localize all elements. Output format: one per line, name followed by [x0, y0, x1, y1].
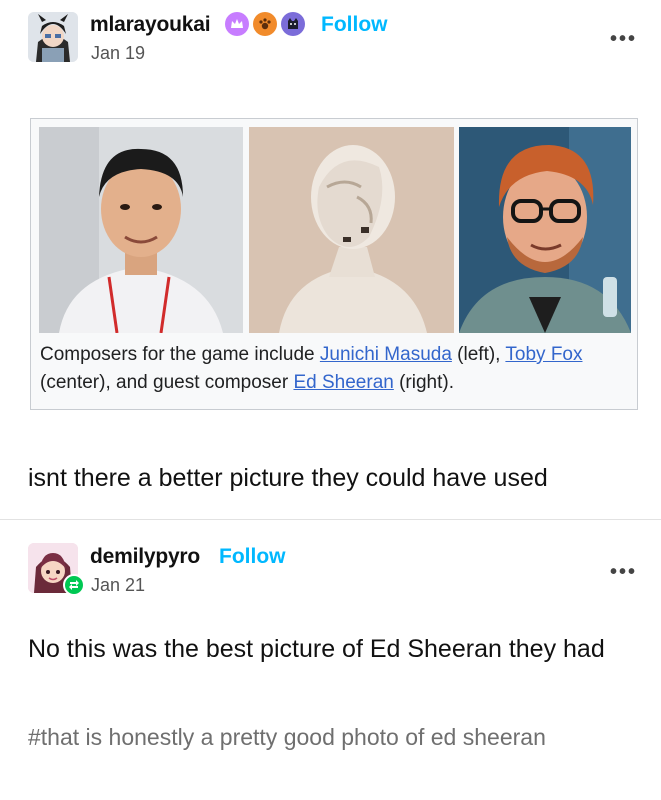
- photo-left: [39, 127, 243, 333]
- link-ed-sheeran[interactable]: Ed Sheeran: [293, 372, 393, 393]
- divider: [0, 519, 661, 520]
- reblog-icon: [63, 574, 85, 596]
- more-options-icon[interactable]: •••: [610, 28, 637, 51]
- caption-text: (center), and guest composer: [40, 372, 294, 393]
- post-text: isnt there a better picture they could h…: [28, 464, 548, 492]
- photo-center: [249, 127, 454, 333]
- username[interactable]: mlarayoukai: [90, 13, 211, 37]
- post-date[interactable]: Jan 19: [91, 43, 145, 64]
- purple-crown-badge-icon: [225, 12, 249, 36]
- caption-text: (left),: [451, 344, 506, 365]
- post-text: No this was the best picture of Ed Sheer…: [28, 635, 605, 663]
- image-caption: Composers for the game include Junichi M…: [40, 341, 630, 397]
- avatar[interactable]: [28, 12, 78, 62]
- post-header-demilypyro: demilypyro Follow Jan 21 •••: [0, 534, 661, 596]
- embedded-image[interactable]: Composers for the game include Junichi M…: [30, 118, 638, 410]
- post-tags[interactable]: #that is honestly a pretty good photo of…: [28, 718, 568, 756]
- anime-avatar-icon: [28, 12, 78, 62]
- username[interactable]: demilypyro: [90, 545, 200, 569]
- more-options-icon[interactable]: •••: [610, 561, 637, 584]
- link-junichi-masuda[interactable]: Junichi Masuda: [320, 344, 452, 365]
- link-toby-fox[interactable]: Toby Fox: [505, 344, 582, 365]
- purple-cat-badge-icon: [281, 12, 305, 36]
- orange-paw-badge-icon: [253, 12, 277, 36]
- post-header-mlarayoukai: mlarayoukai Follow Jan 19 •••: [0, 0, 661, 63]
- caption-text: Composers for the game include: [40, 344, 320, 365]
- follow-button[interactable]: Follow: [219, 545, 286, 569]
- photo-right: [459, 127, 631, 333]
- caption-text: (right).: [393, 372, 455, 393]
- follow-button[interactable]: Follow: [321, 13, 388, 37]
- post-date[interactable]: Jan 21: [91, 575, 145, 596]
